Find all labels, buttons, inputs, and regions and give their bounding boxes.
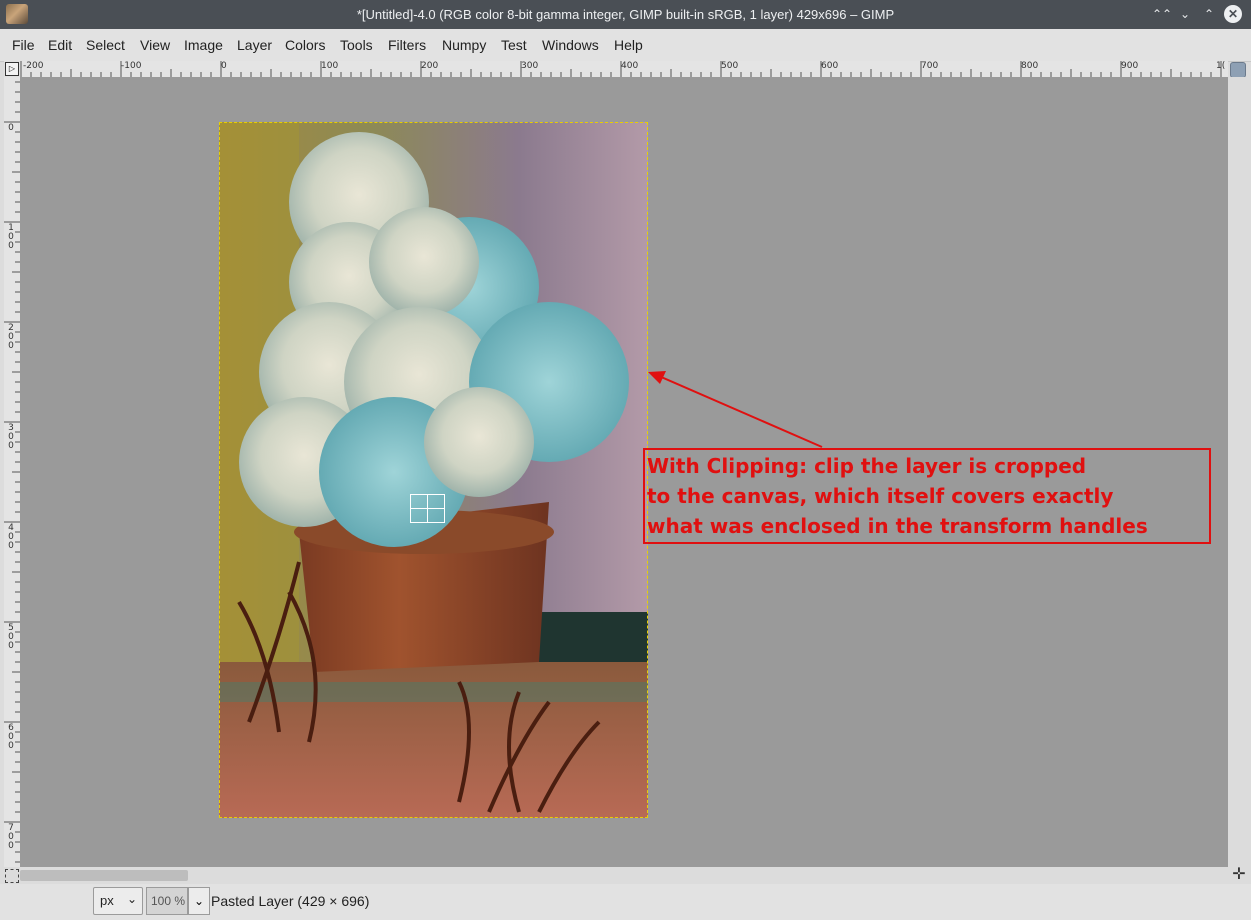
horizontal-ruler[interactable]: -200 -100 0 100 200 300 400 500 600 700 … [20, 61, 1228, 78]
annotation-line-2: to the canvas, which itself covers exact… [647, 484, 1114, 508]
menu-windows[interactable]: Windows [542, 37, 599, 53]
title-bar: *[Untitled]-4.0 (RGB color 8-bit gamma i… [0, 0, 1251, 29]
vruler-label: 0 [8, 123, 14, 133]
minimize-icon[interactable]: ⌄ [1176, 5, 1194, 23]
hruler-label: 900 [1121, 61, 1139, 71]
hruler-label: 100 [321, 61, 339, 71]
hruler-label: 500 [721, 61, 739, 71]
navigate-icon[interactable]: ✛ [1231, 867, 1247, 883]
transform-center-handle[interactable] [410, 494, 445, 523]
menu-numpy[interactable]: Numpy [442, 37, 486, 53]
menu-edit[interactable]: Edit [48, 37, 72, 53]
chevron-down-icon: ⌄ [193, 894, 205, 908]
maximize-icon[interactable]: ⌃ [1200, 5, 1218, 23]
hruler-label: 700 [921, 61, 939, 71]
menu-view[interactable]: View [140, 37, 170, 53]
annotation-line-1: With Clipping: clip the layer is cropped [647, 454, 1087, 478]
unit-select[interactable]: px ⌄ [93, 887, 143, 915]
menu-layer[interactable]: Layer [237, 37, 272, 53]
quick-mask-toggle-icon[interactable] [5, 869, 19, 883]
hruler-label: 1( [1216, 61, 1226, 71]
zoom-fit-icon[interactable] [1230, 62, 1246, 78]
menu-arrow-icon: ▷ [5, 62, 19, 76]
keep-above-icon[interactable]: ⌃⌃ [1152, 5, 1172, 23]
zoom-input[interactable]: 100 % [146, 887, 188, 915]
hruler-label: -200 [23, 61, 44, 71]
annotation-box: With Clipping: clip the layer is cropped… [643, 448, 1211, 544]
hruler-label: 800 [1021, 61, 1039, 71]
hruler-label: -100 [121, 61, 142, 71]
vruler-label: 0 [8, 541, 14, 551]
unit-value: px [100, 893, 114, 908]
menu-filters[interactable]: Filters [388, 37, 426, 53]
menu-file[interactable]: File [12, 37, 35, 53]
menu-bar: File Edit Select View Image Layer Colors… [0, 29, 1251, 62]
hruler-label: 200 [421, 61, 439, 71]
annotation-line-3: what was enclosed in the transform handl… [647, 514, 1148, 538]
vruler-label: 0 [8, 441, 14, 451]
vertical-ruler[interactable]: 0 1 0 0 2 0 0 3 0 0 4 0 0 5 0 0 6 0 0 7 … [4, 77, 21, 867]
vruler-label: 0 [8, 241, 14, 251]
image-menu-button[interactable]: ▷ [4, 61, 20, 77]
hruler-label: 300 [521, 61, 539, 71]
hruler-label: 400 [621, 61, 639, 71]
vruler-label: 0 [8, 341, 14, 351]
horizontal-scrollbar[interactable] [20, 867, 1228, 884]
layer-status-text: Pasted Layer (429 × 696) [211, 893, 370, 909]
menu-select[interactable]: Select [86, 37, 125, 53]
vruler-label: 0 [8, 741, 14, 751]
menu-tools[interactable]: Tools [340, 37, 373, 53]
menu-help[interactable]: Help [614, 37, 643, 53]
close-icon[interactable]: ✕ [1224, 5, 1242, 23]
hruler-label: 0 [221, 61, 227, 71]
vruler-label: 0 [8, 641, 14, 651]
hruler-label: 600 [821, 61, 839, 71]
window-title: *[Untitled]-4.0 (RGB color 8-bit gamma i… [356, 7, 895, 22]
menu-colors[interactable]: Colors [285, 37, 325, 53]
vruler-label: 0 [8, 841, 14, 851]
vertical-scrollbar[interactable] [1228, 77, 1246, 867]
chevron-down-icon: ⌄ [126, 892, 137, 906]
zoom-dropdown-button[interactable]: ⌄ [188, 887, 210, 915]
menu-image[interactable]: Image [184, 37, 223, 53]
menu-test[interactable]: Test [501, 37, 527, 53]
pasted-layer-painting[interactable] [219, 122, 648, 818]
horizontal-scroll-thumb[interactable] [20, 870, 188, 881]
zoom-value: 100 % [151, 894, 186, 908]
